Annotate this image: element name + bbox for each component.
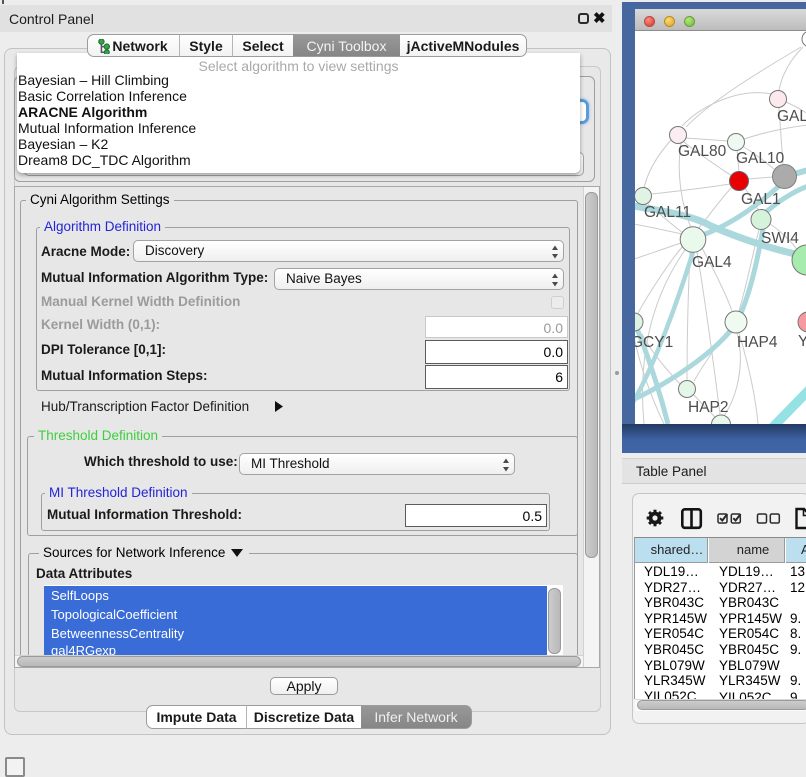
svg-text:SWI4: SWI4 [761, 230, 799, 247]
svg-text:GAL80: GAL80 [678, 143, 727, 160]
svg-text:Y: Y [798, 333, 806, 350]
svg-text:GAL11: GAL11 [644, 204, 691, 221]
svg-text:GAL1: GAL1 [741, 191, 781, 208]
svg-text:GCY1: GCY1 [635, 334, 673, 351]
svg-text:HAP2: HAP2 [688, 399, 729, 416]
svg-text:GAL4: GAL4 [692, 254, 732, 271]
svg-text:GAL10: GAL10 [736, 150, 785, 167]
svg-text:GAL2: GAL2 [777, 108, 806, 125]
svg-text:HAP4: HAP4 [737, 334, 778, 351]
